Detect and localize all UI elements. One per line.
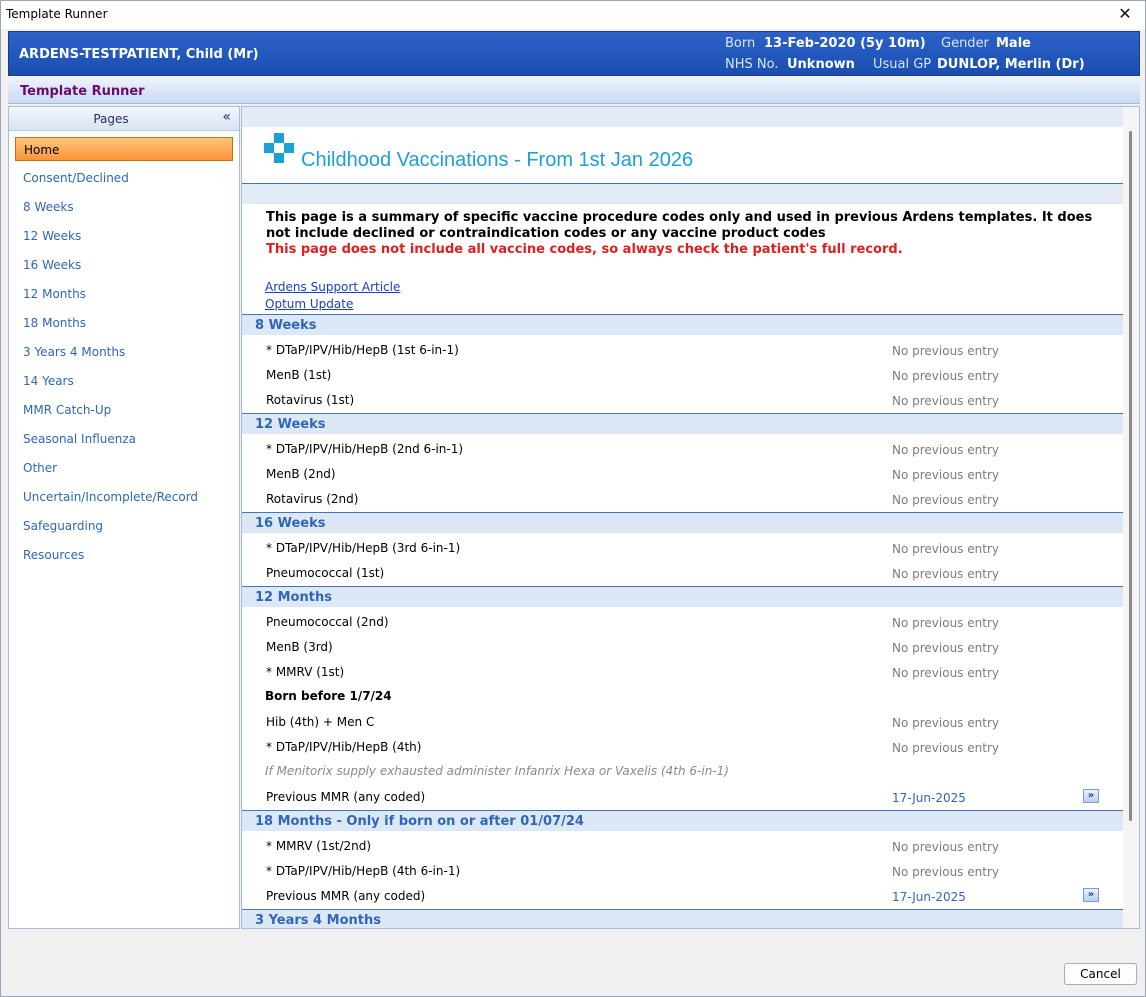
section-title: 18 Months - Only if born on or after 01/…: [255, 814, 584, 829]
vaccine-label: Rotavirus (1st): [266, 393, 355, 407]
vaccine-label: * DTaP/IPV/Hib/HepB (4th): [266, 740, 422, 754]
previous-mmr-label: Previous MMR (any coded): [266, 889, 426, 903]
section-16-weeks: 16 Weeks: [242, 512, 1124, 533]
section-12-weeks: 12 Weeks: [242, 413, 1124, 434]
pages-title: Pages: [93, 112, 129, 126]
top-strip: [242, 107, 1124, 127]
sidebar-item-14-years[interactable]: 14 Years: [15, 369, 233, 393]
vaccine-status: No previous entry: [892, 567, 999, 581]
vaccine-label: * DTaP/IPV/Hib/HepB (3rd 6-in-1): [266, 541, 461, 555]
ardens-logo-icon: [264, 133, 294, 163]
sidebar-item-home[interactable]: Home: [15, 137, 233, 161]
previous-mmr-label: Previous MMR (any coded): [266, 790, 426, 804]
sidebar-item-other[interactable]: Other: [15, 456, 233, 480]
vaccine-label: * DTaP/IPV/Hib/HepB (1st 6-in-1): [266, 343, 459, 357]
sidebar-item-safeguarding[interactable]: Safeguarding: [15, 514, 233, 538]
vaccine-status: No previous entry: [892, 542, 999, 556]
vaccine-status: No previous entry: [892, 716, 999, 730]
section-title: 3 Years 4 Months: [255, 913, 381, 928]
section-12-months: 12 Months: [242, 586, 1124, 607]
vaccine-status: No previous entry: [892, 468, 999, 482]
template-runner-heading: Template Runner: [20, 84, 145, 99]
vaccine-status: No previous entry: [892, 493, 999, 507]
cancel-button[interactable]: Cancel: [1064, 963, 1137, 985]
previous-mmr-date: 17-Jun-2025: [892, 791, 966, 805]
sidebar-item-seasonal-influenza[interactable]: Seasonal Influenza: [15, 427, 233, 451]
section-title: 12 Weeks: [255, 417, 326, 432]
sidebar-item-mmr-catch-up[interactable]: MMR Catch-Up: [15, 398, 233, 422]
born-value: 13-Feb-2020 (5y 10m): [764, 36, 926, 51]
section-title: 16 Weeks: [255, 516, 326, 531]
vaccine-label: MenB (2nd): [266, 467, 336, 481]
vaccine-status: No previous entry: [892, 443, 999, 457]
vaccine-status: No previous entry: [892, 840, 999, 854]
vaccine-label: MenB (3rd): [266, 640, 333, 654]
vaccine-status: No previous entry: [892, 344, 999, 358]
gender-value: Male: [996, 36, 1031, 51]
nhs-value: Unknown: [787, 57, 855, 72]
sidebar-item-3-years-4-months[interactable]: 3 Years 4 Months: [15, 340, 233, 364]
gender-label: Gender: [941, 36, 989, 51]
section-18-months: 18 Months - Only if born on or after 01/…: [242, 810, 1124, 831]
close-icon[interactable]: ✕: [1113, 2, 1137, 26]
vaccine-status: No previous entry: [892, 641, 999, 655]
title-strip: [242, 184, 1124, 204]
warning-text: This page does not include all vaccine c…: [266, 242, 903, 257]
vaccine-status: No previous entry: [892, 741, 999, 755]
sidebar-item-18-months[interactable]: 18 Months: [15, 311, 233, 335]
section-title: 12 Months: [255, 590, 332, 605]
template-runner-header: Template Runner: [8, 79, 1140, 104]
menitorix-note: If Menitorix supply exhausted administer…: [265, 764, 729, 778]
nhs-label: NHS No.: [725, 57, 779, 72]
template-runner-window: Template Runner ✕ ARDENS-TESTPATIENT, Ch…: [0, 0, 1146, 997]
vaccine-status: No previous entry: [892, 369, 999, 383]
pages-sidebar: Pages « Home Consent/Declined 8 Weeks 12…: [8, 106, 240, 929]
gp-value: DUNLOP, Merlin (Dr): [937, 57, 1085, 72]
collapse-icon[interactable]: «: [222, 109, 231, 125]
vaccine-status: No previous entry: [892, 394, 999, 408]
patient-banner: ARDENS-TESTPATIENT, Child (Mr) Born 13-F…: [8, 31, 1140, 76]
window-title: Template Runner: [6, 7, 108, 21]
vaccine-label: * DTaP/IPV/Hib/HepB (2nd 6-in-1): [266, 442, 464, 456]
view-history-button[interactable]: »: [1083, 789, 1099, 803]
born-before-subheading: Born before 1/7/24: [265, 689, 392, 703]
vaccine-status: No previous entry: [892, 865, 999, 879]
vaccine-label: Pneumococcal (2nd): [266, 615, 389, 629]
patient-name: ARDENS-TESTPATIENT, Child (Mr): [19, 47, 259, 62]
vaccine-label: * DTaP/IPV/Hib/HepB (4th 6-in-1): [266, 864, 461, 878]
sidebar-item-8-weeks[interactable]: 8 Weeks: [15, 195, 233, 219]
ardens-support-article-link[interactable]: Ardens Support Article: [265, 280, 400, 294]
content-panel: Childhood Vaccinations - From 1st Jan 20…: [241, 106, 1140, 929]
vaccine-label: * MMRV (1st/2nd): [266, 839, 372, 853]
sidebar-item-uncertain-incomplete-record[interactable]: Uncertain/Incomplete/Record: [15, 485, 233, 509]
vertical-scrollbar[interactable]: [1123, 107, 1139, 928]
title-bar: Template Runner ✕: [1, 1, 1145, 29]
sidebar-item-16-weeks[interactable]: 16 Weeks: [15, 253, 233, 277]
section-3-years-4-months: 3 Years 4 Months: [242, 909, 1124, 928]
scrollbar-thumb[interactable]: [1129, 131, 1132, 821]
sidebar-item-consent-declined[interactable]: Consent/Declined: [15, 166, 233, 190]
sidebar-item-12-months[interactable]: 12 Months: [15, 282, 233, 306]
vaccine-label: Rotavirus (2nd): [266, 492, 359, 506]
view-history-button[interactable]: »: [1083, 888, 1099, 902]
pages-header: Pages «: [9, 107, 239, 131]
born-label: Born: [725, 36, 756, 51]
vaccine-label: Pneumococcal (1st): [266, 566, 385, 580]
vaccine-status: No previous entry: [892, 666, 999, 680]
intro-text: This page is a summary of specific vacci…: [266, 210, 1093, 241]
vaccine-label: MenB (1st): [266, 368, 332, 382]
previous-mmr-date: 17-Jun-2025: [892, 890, 966, 904]
vaccine-status: No previous entry: [892, 616, 999, 630]
gp-label: Usual GP: [873, 57, 932, 72]
page-title: Childhood Vaccinations - From 1st Jan 20…: [301, 149, 694, 171]
optum-update-link[interactable]: Optum Update: [265, 297, 353, 311]
sidebar-item-resources[interactable]: Resources: [15, 543, 233, 567]
section-title: 8 Weeks: [255, 318, 317, 333]
sidebar-item-12-weeks[interactable]: 12 Weeks: [15, 224, 233, 248]
section-8-weeks: 8 Weeks: [242, 314, 1124, 335]
vaccine-label: Hib (4th) + Men C: [266, 715, 375, 729]
vaccine-label: * MMRV (1st): [266, 665, 345, 679]
